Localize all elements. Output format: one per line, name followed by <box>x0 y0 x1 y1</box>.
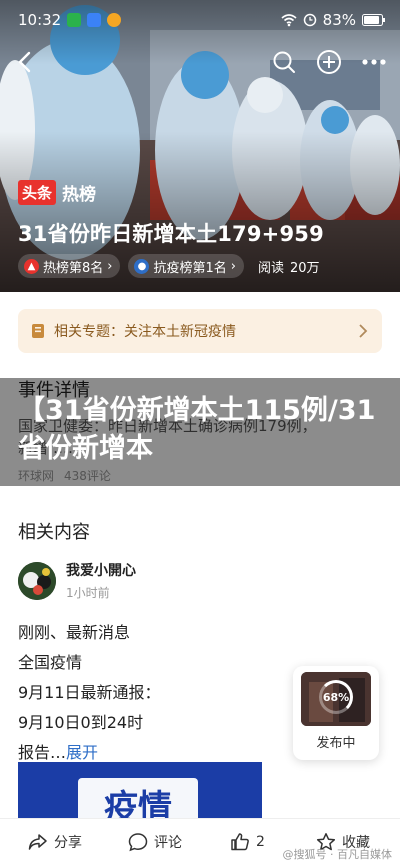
battery-percent: 83% <box>322 11 356 29</box>
post-thumbnail[interactable]: 疫情 <box>18 762 262 822</box>
brand-tag: 头条 <box>18 180 57 205</box>
share-button[interactable]: 分享 <box>28 832 82 852</box>
author-time: 1小时前 <box>66 586 110 600</box>
read-label: 阅读 <box>257 260 284 276</box>
add-icon <box>317 50 341 74</box>
headline-overlay: 【31省份新增本土115例/31省份新增本 <box>0 378 400 486</box>
add-button[interactable] <box>315 48 343 76</box>
signal-icon <box>303 13 316 27</box>
comment-icon <box>128 833 148 852</box>
publishing-card[interactable]: 68% 发布中 <box>293 666 379 760</box>
avatar-image <box>18 561 56 600</box>
progress-ring: 68% <box>319 680 353 714</box>
hero-title: 31省份昨日新增本土179+959 <box>18 222 324 246</box>
hot-rank-chip[interactable]: ▲ 热榜第8名 › <box>18 254 121 278</box>
like-count: 2 <box>256 834 265 850</box>
more-button[interactable] <box>360 48 388 76</box>
chevron-right-icon: › <box>230 258 236 274</box>
wechat-icon <box>67 13 82 27</box>
epidemic-rank-chip[interactable]: ● 抗疫榜第1名 › <box>128 254 244 278</box>
wifi-icon <box>281 14 297 27</box>
app-icon <box>87 13 102 27</box>
like-button[interactable]: 2 <box>230 832 265 852</box>
post-last-line: 报告… <box>18 743 67 762</box>
back-arrow-icon <box>18 51 31 73</box>
related-post-text[interactable]: 刚刚、最新消息 全国疫情 9月11日最新通报： 9月10日0到24时 报告…展开 <box>18 618 161 768</box>
status-time: 10:32 <box>18 11 62 29</box>
document-icon <box>32 324 44 338</box>
author-row[interactable]: 我爱小開心 1小时前 <box>18 560 136 601</box>
top-nav <box>0 42 400 82</box>
post-line: 9月11日最新通报： <box>18 683 161 702</box>
chevron-right-icon <box>359 324 368 338</box>
expand-link[interactable]: 展开 <box>66 743 98 762</box>
share-label: 分享 <box>54 835 82 851</box>
shield-icon: ● <box>134 258 150 274</box>
battery-icon <box>362 14 385 26</box>
topic-label: 相关专题：关注本土新冠疫情 <box>54 324 236 340</box>
read-count: 阅读 20万 <box>258 257 320 276</box>
related-topic-bar[interactable]: 相关专题：关注本土新冠疫情 <box>18 309 382 353</box>
chevron-right-icon: › <box>107 258 113 274</box>
thumbnail-text: 疫情 <box>78 778 198 822</box>
brand-title: 热榜 <box>62 185 97 205</box>
fire-icon: ▲ <box>24 258 39 274</box>
back-button[interactable] <box>10 48 38 76</box>
status-bar: 10:32 83% <box>0 0 400 40</box>
avatar[interactable] <box>18 561 56 600</box>
publishing-label: 发布中 <box>316 736 356 751</box>
share-icon <box>28 834 47 850</box>
read-value: 20万 <box>289 260 320 276</box>
comment-label: 评论 <box>154 835 182 851</box>
hero-chips: ▲ 热榜第8名 › ● 抗疫榜第1名 › 阅读 20万 <box>18 254 320 278</box>
hero-banner: 10:32 83% 头条 热榜 31省份昨日新增本土179+959 ▲ 热榜第8… <box>0 0 400 292</box>
hot-rank-label: 热榜第8名 <box>43 260 104 276</box>
publishing-preview: 68% <box>301 672 371 726</box>
related-section-title: 相关内容 <box>18 522 90 543</box>
post-line: 9月10日0到24时 <box>18 713 144 732</box>
notification-icon <box>107 13 122 27</box>
post-line: 刚刚、最新消息 <box>18 623 131 642</box>
search-button[interactable] <box>270 48 298 76</box>
comment-button[interactable]: 评论 <box>128 832 182 852</box>
post-line: 全国疫情 <box>18 653 83 672</box>
more-dots-icon <box>362 59 386 65</box>
epidemic-rank-label: 抗疫榜第1名 <box>153 260 227 276</box>
search-icon <box>273 51 295 73</box>
hot-list-brand: 头条 热榜 <box>18 180 96 205</box>
author-name: 我爱小開心 <box>66 563 136 579</box>
watermark: @搜狐号 · 百凡自媒体 <box>282 848 393 861</box>
thumb-up-icon <box>231 833 249 851</box>
